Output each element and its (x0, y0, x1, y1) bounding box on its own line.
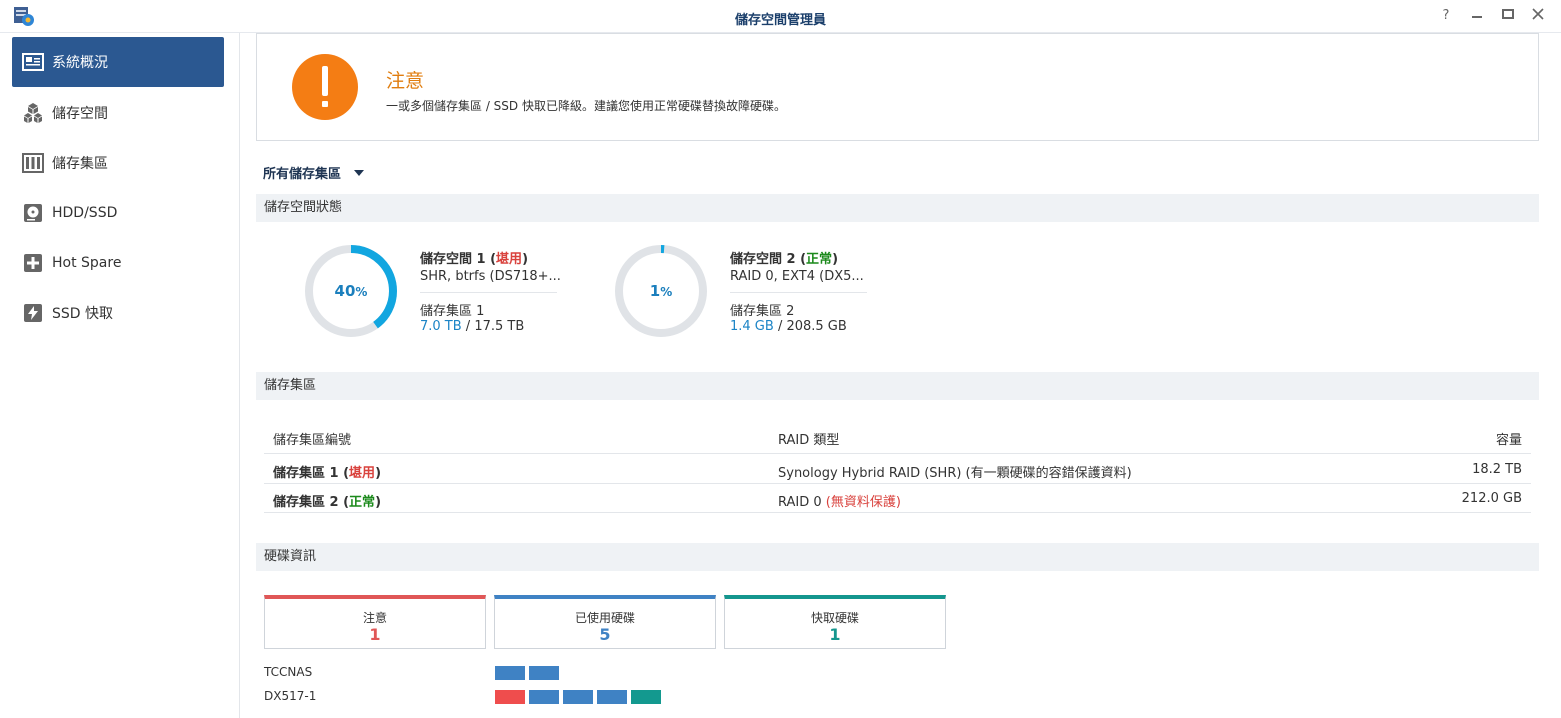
disk-icon (22, 202, 44, 224)
pool-capacity: 18.2 TB (1472, 462, 1522, 477)
status-badge: 正常 (349, 495, 376, 510)
volume-description: SHR, btrfs (DS718+... (420, 269, 561, 284)
disk-summary-used[interactable]: 已使用硬碟 5 (494, 595, 716, 649)
usage-percent: 40% (334, 282, 368, 300)
pool-raid: RAID 0 (無資料保護) (778, 495, 901, 510)
volume-name: 儲存空間 1 (堪用) (420, 252, 529, 267)
volume-usage: 7.0 TB / 17.5 TB (420, 319, 525, 334)
disk-summary-count: 5 (599, 625, 611, 644)
column-header-capacity: 容量 (1495, 433, 1522, 448)
disk-summary-label: 快取硬碟 (810, 611, 859, 625)
window-title: 儲存空間管理員 (734, 13, 826, 28)
sidebar-item-label: Hot Spare (52, 255, 122, 271)
pool-name: 儲存集區 2 (正常) (273, 495, 382, 510)
host-name: DX517-1 (264, 689, 317, 703)
divider (420, 292, 557, 293)
volume-usage: 1.4 GB / 208.5 GB (730, 319, 847, 334)
volume-status-header: 儲存空間狀態 (256, 194, 1539, 222)
sidebar-item-label: SSD 快取 (52, 306, 114, 322)
disk-summary-count: 1 (829, 625, 841, 644)
disk-slot[interactable] (495, 666, 525, 680)
pool-filter-dropdown[interactable]: 所有儲存集區 (263, 163, 365, 182)
storage-pool-header: 儲存集區 (256, 372, 1539, 400)
volume-name: 儲存空間 2 (正常) (730, 252, 839, 267)
table-row[interactable]: 儲存集區 1 (堪用) Synology Hybrid RAID (SHR) (… (264, 454, 1531, 484)
volume-description: RAID 0, EXT4 (DX5... (730, 269, 864, 284)
status-badge: 堪用 (496, 252, 523, 267)
sidebar-item-label: 儲存空間 (52, 106, 108, 122)
table-header-row: 儲存集區編號 RAID 類型 容量 (264, 421, 1531, 454)
disk-slot[interactable] (529, 666, 559, 680)
host-name: TCCNAS (264, 665, 313, 679)
pool-raid: Synology Hybrid RAID (SHR) (有一顆硬碟的容錯保護資料… (778, 466, 1132, 481)
volume-pool: 儲存集區 1 (420, 304, 485, 319)
sidebar-item-storage-pools[interactable]: 儲存集區 (12, 138, 224, 188)
minimize-icon[interactable] (1467, 6, 1487, 26)
column-header-id: 儲存集區編號 (273, 433, 352, 448)
disk-summary-count: 1 (369, 625, 381, 644)
column-header-raid: RAID 類型 (778, 433, 840, 448)
alert-panel: 注意 一或多個儲存集區 / SSD 快取已降級。建議您使用正常硬碟替換故障硬碟。 (256, 33, 1539, 141)
sidebar-item-label: 系統概況 (52, 55, 108, 71)
help-icon[interactable]: ? (1436, 6, 1456, 26)
title-bar: 儲存空間管理員 ? (0, 0, 1561, 33)
ssd-cache-icon (22, 302, 44, 324)
hotspare-icon (22, 252, 44, 274)
volume-card[interactable]: 40% 儲存空間 1 (堪用) SHR, btrfs (DS718+... 儲存… (303, 243, 603, 343)
disk-slot[interactable] (529, 690, 559, 704)
sidebar: 系統概況 儲存空間 儲存集區 HDD/SSD Hot Spare SSD 快取 (0, 33, 240, 718)
sidebar-item-label: 儲存集區 (52, 156, 108, 172)
pool-name: 儲存集區 1 (堪用) (273, 466, 382, 481)
disk-summary-cache[interactable]: 快取硬碟 1 (724, 595, 946, 649)
divider (730, 292, 867, 293)
disk-slot[interactable] (495, 690, 525, 704)
close-icon[interactable] (1528, 6, 1548, 26)
sidebar-item-label: HDD/SSD (52, 205, 118, 221)
sidebar-item-volumes[interactable]: 儲存空間 (12, 88, 224, 138)
alert-message: 一或多個儲存集區 / SSD 快取已降級。建議您使用正常硬碟替換故障硬碟。 (386, 99, 786, 113)
disk-summary-label: 注意 (362, 611, 387, 625)
sidebar-item-hot-spare[interactable]: Hot Spare (12, 238, 224, 288)
disk-info-header: 硬碟資訊 (256, 543, 1539, 571)
pool-filter-label: 所有儲存集區 (263, 167, 342, 182)
disk-slot[interactable] (563, 690, 593, 704)
disk-slot[interactable] (631, 690, 661, 704)
volume-card[interactable]: 1% 儲存空間 2 (正常) RAID 0, EXT4 (DX5... 儲存集區… (613, 243, 913, 343)
pool-capacity: 212.0 GB (1461, 491, 1522, 506)
disk-slot[interactable] (597, 690, 627, 704)
sidebar-item-hdd-ssd[interactable]: HDD/SSD (12, 188, 224, 238)
usage-percent: 1% (649, 282, 673, 300)
maximize-icon[interactable] (1498, 6, 1518, 26)
pool-icon (22, 152, 44, 174)
alert-title: 注意 (386, 70, 425, 92)
status-badge: 堪用 (349, 466, 376, 481)
chevron-down-icon (354, 169, 365, 176)
sidebar-item-ssd-cache[interactable]: SSD 快取 (12, 288, 224, 338)
disk-summary-warning[interactable]: 注意 1 (264, 595, 486, 649)
table-row[interactable]: 儲存集區 2 (正常) RAID 0 (無資料保護) 212.0 GB (264, 483, 1531, 513)
sidebar-item-overview[interactable]: 系統概況 (12, 37, 224, 87)
cubes-icon (22, 102, 44, 124)
volume-pool: 儲存集區 2 (730, 304, 795, 319)
main-content: 注意 一或多個儲存集區 / SSD 快取已降級。建議您使用正常硬碟替換故障硬碟。… (256, 33, 1539, 718)
status-badge: 正常 (806, 252, 833, 267)
overview-icon (22, 51, 44, 73)
warning-icon (292, 54, 358, 120)
no-protection-note: (無資料保護) (825, 495, 901, 510)
disk-summary-label: 已使用硬碟 (574, 611, 635, 625)
